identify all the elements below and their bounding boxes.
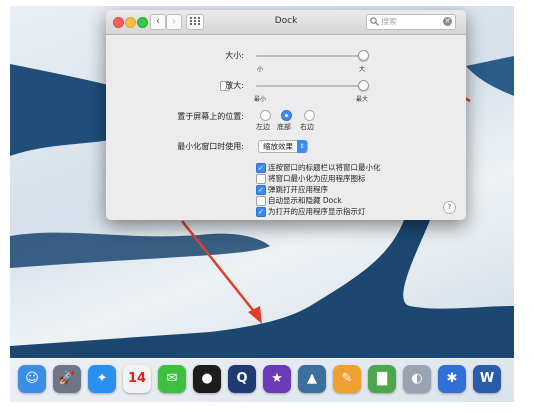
minimize-effect-popup[interactable]: 缩放效果 ⇕ — [258, 140, 308, 153]
safari-icon[interactable]: ✦ — [88, 365, 116, 393]
help-button[interactable]: ? — [443, 201, 456, 214]
search-icon — [370, 17, 379, 26]
desktop: ‹ › Dock 搜索 ✕ 大小: 小 大 放大: 最小 最大 置于屏幕上的位置… — [10, 6, 514, 402]
magnification-slider-thumb[interactable] — [357, 80, 369, 91]
option-checkbox[interactable]: ✓ — [256, 185, 266, 195]
keynote-icon[interactable]: ✱ — [438, 365, 466, 393]
position-label: 置于屏幕上的位置: — [177, 112, 244, 121]
size-min-label: 小 — [257, 66, 264, 73]
option-checkbox-label: 为打开的应用程序显示指示灯 — [268, 207, 366, 216]
option-checkbox-label: 将窗口最小化为应用程序图标 — [268, 174, 366, 183]
position-option-label: 右边 — [300, 123, 314, 131]
position-radio-0[interactable] — [260, 110, 271, 121]
position-radio-1[interactable] — [281, 110, 292, 121]
preview-icon[interactable]: ◐ — [403, 365, 431, 393]
option-checkbox[interactable] — [256, 174, 266, 184]
wechat-icon[interactable]: ✉ — [158, 365, 186, 393]
search-placeholder: 搜索 — [381, 17, 397, 26]
dock-preferences-window: ‹ › Dock 搜索 ✕ 大小: 小 大 放大: 最小 最大 置于屏幕上的位置… — [106, 10, 466, 220]
quicktime-icon[interactable]: Q — [228, 365, 256, 393]
popup-arrow-icon: ⇕ — [297, 140, 307, 153]
size-max-label: 大 — [359, 66, 366, 73]
finder-icon[interactable]: ☺ — [18, 365, 46, 393]
position-option-label: 底部 — [277, 123, 291, 131]
pages-icon[interactable]: ✎ — [333, 365, 361, 393]
magnification-max-label: 最大 — [356, 96, 369, 103]
clear-search-icon[interactable]: ✕ — [443, 17, 452, 26]
title-bar: ‹ › Dock 搜索 ✕ — [106, 10, 466, 35]
search-input[interactable]: 搜索 ✕ — [366, 14, 456, 30]
option-checkbox[interactable]: ✓ — [256, 163, 266, 173]
qq-icon[interactable]: ● — [193, 365, 221, 393]
size-slider[interactable] — [256, 55, 366, 57]
minimize-effect-value: 缩放效果 — [263, 142, 293, 151]
launchpad-icon[interactable]: 🚀 — [53, 365, 81, 393]
magnification-slider[interactable] — [256, 85, 366, 87]
calendar-icon[interactable]: 14 — [123, 365, 151, 393]
size-label: 大小: — [225, 51, 244, 60]
option-checkbox[interactable]: ✓ — [256, 207, 266, 217]
option-checkbox[interactable] — [256, 196, 266, 206]
magnification-min-label: 最小 — [254, 96, 267, 103]
position-radio-2[interactable] — [304, 110, 315, 121]
dock: ☺ 🚀 ✦ 14 ✉ ● Q ★ ▲ ✎ ▇ ◐ ✱ W — [10, 358, 514, 402]
magnification-label: 放大: — [225, 81, 244, 90]
option-checkbox-label: 弹跳打开应用程序 — [268, 185, 328, 194]
minimize-effect-label: 最小化窗口时使用: — [177, 142, 244, 151]
size-slider-thumb[interactable] — [357, 50, 369, 61]
iphoto-icon[interactable]: ▲ — [298, 365, 326, 393]
imovie-icon[interactable]: ★ — [263, 365, 291, 393]
option-checkbox-label: 自动显示和隐藏 Dock — [268, 196, 342, 205]
word-icon[interactable]: W — [473, 365, 501, 393]
position-option-label: 左边 — [256, 123, 270, 131]
option-checkbox-label: 连按窗口的标题栏以将窗口最小化 — [268, 163, 381, 172]
numbers-icon[interactable]: ▇ — [368, 365, 396, 393]
